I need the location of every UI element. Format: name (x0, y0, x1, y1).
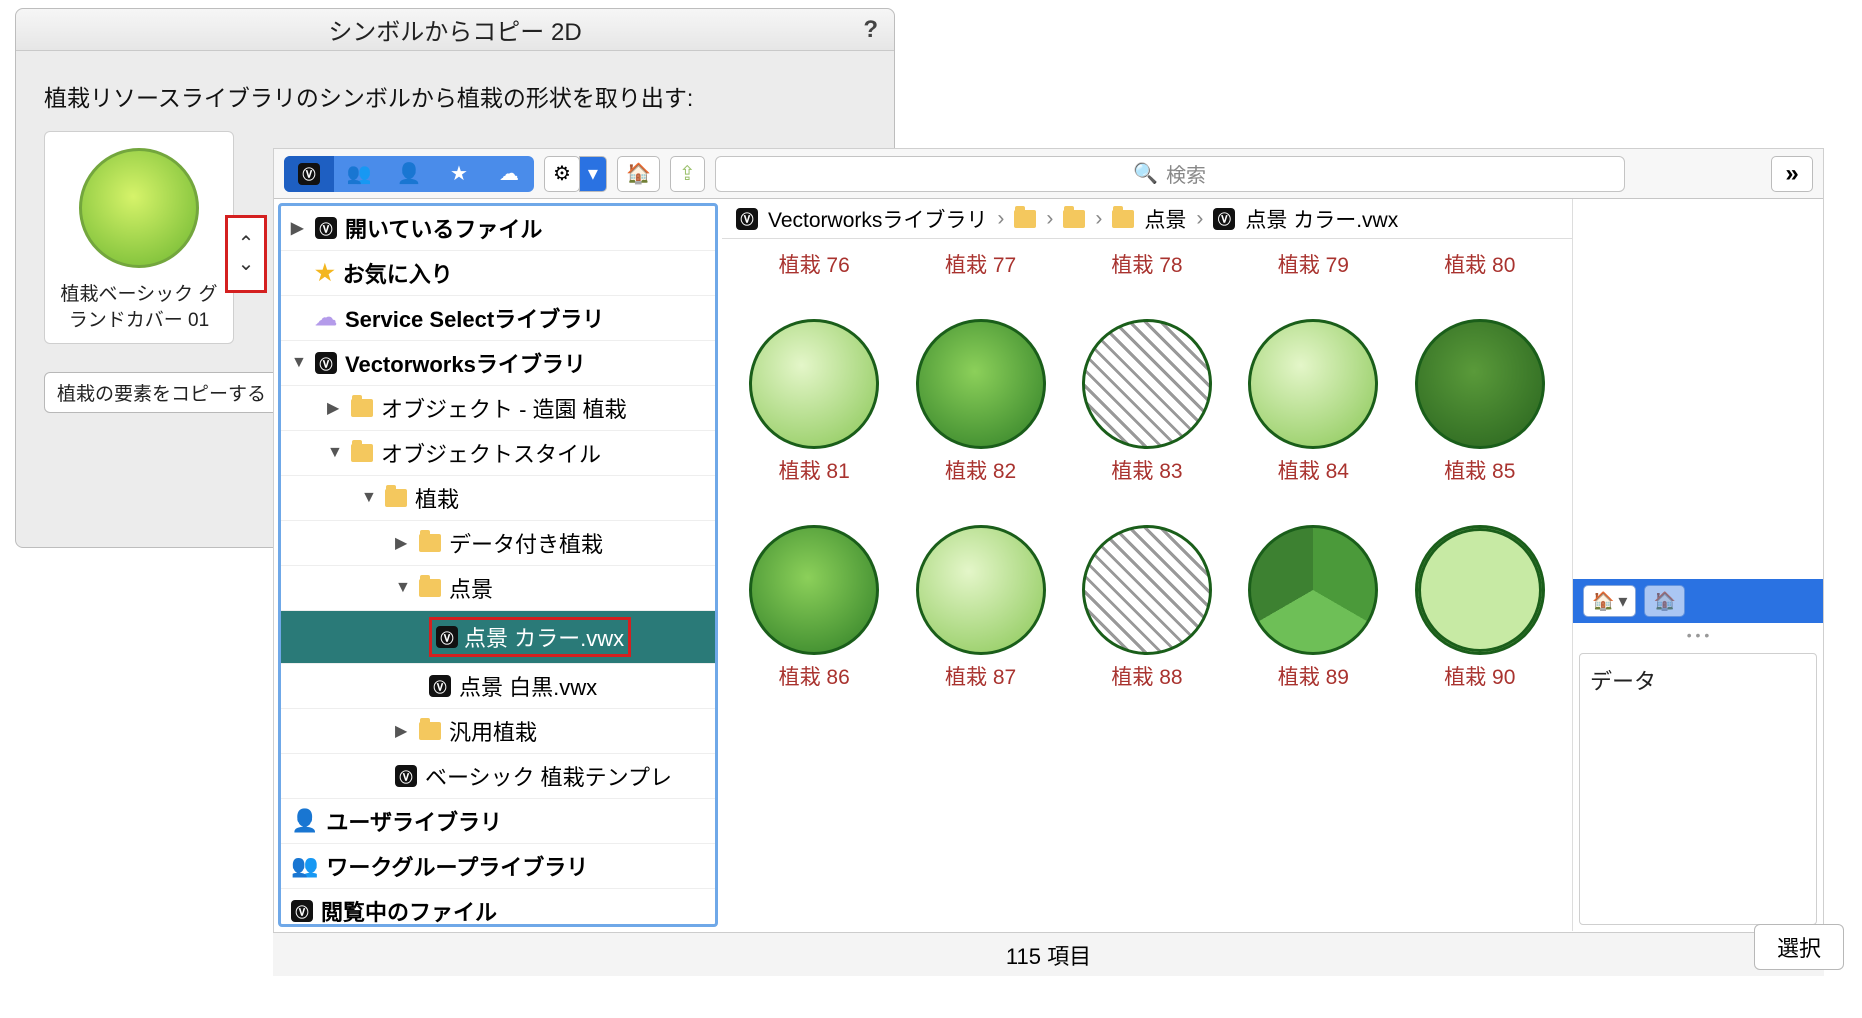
thumb-row-3: 植栽 86 植栽 87 植栽 88 植栽 89 植栽 90 (736, 525, 1558, 691)
home-icon[interactable]: 🏠 (617, 156, 660, 192)
folder-icon (351, 399, 373, 417)
tree-data-plants[interactable]: ▶データ付き植栽 (281, 521, 715, 566)
folder-icon[interactable] (1112, 210, 1134, 228)
seg-vw-icon[interactable]: Ⓥ (284, 156, 334, 192)
chevron-down-icon: ▾ (1618, 591, 1627, 612)
library-source-segmented: Ⓥ 👥 👤 ★ ☁ (284, 156, 534, 192)
folder-icon (419, 534, 441, 552)
tree-favorites[interactable]: ★お気に入り (281, 251, 715, 296)
copy-plant-elements-button[interactable]: 植栽の要素をコピーする (44, 372, 279, 413)
library-tree: ▶Ⓥ開いているファイル ★お気に入り ☁Service Selectライブラリ … (278, 203, 718, 927)
tree-scenery-bw[interactable]: Ⓥ点景 白黒.vwx (281, 664, 715, 709)
dialog-titlebar: シンボルからコピー 2D ? (16, 9, 894, 51)
tree-workgroup-library[interactable]: 👥ワークグループライブラリ (281, 844, 715, 889)
tree-scenery-color[interactable]: Ⓥ点景 カラー.vwx (281, 611, 715, 664)
seg-group-icon[interactable]: 👥 (334, 156, 384, 192)
star-icon: ★ (315, 260, 335, 286)
folder-icon[interactable] (1014, 210, 1036, 228)
export-icon[interactable]: ⇪ (670, 156, 705, 192)
data-panel: データ (1579, 653, 1817, 925)
list-item[interactable]: 植栽 84 (1235, 319, 1391, 485)
bc-file[interactable]: 点景 カラー.vwx (1245, 204, 1398, 234)
tree-vw-library[interactable]: ▼ⓋVectorworksライブラリ (281, 341, 715, 386)
search-input[interactable]: 🔍 検索 (715, 156, 1625, 192)
bc-root[interactable]: Vectorworksライブラリ (768, 204, 987, 234)
seg-user-icon[interactable]: 👤 (384, 156, 434, 192)
list-item[interactable]: 植栽 90 (1402, 525, 1558, 691)
tree-obj-styles[interactable]: ▼オブジェクトスタイル (281, 431, 715, 476)
list-item[interactable]: 植栽 85 (1402, 319, 1558, 485)
help-icon[interactable]: ? (863, 16, 878, 44)
dialog-title: シンボルからコピー 2D (328, 12, 581, 47)
bc-scenery[interactable]: 点景 (1144, 204, 1186, 234)
tree-browsing-file[interactable]: Ⓥ閲覧中のファイル (281, 889, 715, 927)
vw-icon: Ⓥ (736, 208, 758, 230)
list-item[interactable]: 植栽 80 (1402, 243, 1558, 279)
breadcrumb: Ⓥ Vectorworksライブラリ › › › 点景 › Ⓥ 点景 カラー.v… (722, 199, 1572, 239)
vw-icon: Ⓥ (1213, 208, 1235, 230)
folder-icon (351, 444, 373, 462)
list-item[interactable]: 植栽 88 (1069, 525, 1225, 691)
tree-basic-template[interactable]: Ⓥベーシック 植栽テンプレ (281, 754, 715, 799)
drag-handle-icon[interactable]: • • • (1573, 623, 1823, 647)
status-bar: 115 項目 (273, 932, 1824, 976)
overflow-icon[interactable]: » (1771, 156, 1813, 192)
tree-general-plants[interactable]: ▶汎用植栽 (281, 709, 715, 754)
right-inspector: 🏠 ▾ 🏠 • • • データ (1573, 199, 1823, 931)
folder-icon (419, 579, 441, 597)
group-icon: 👥 (291, 853, 318, 879)
search-icon: 🔍 (1133, 161, 1158, 186)
cloud-icon: ☁ (315, 305, 337, 331)
list-item[interactable]: 植栽 78 (1069, 243, 1225, 279)
dialog-instruction: 植栽リソースライブラリのシンボルから植栽の形状を取り出す: (44, 79, 866, 113)
select-button[interactable]: 選択 (1754, 924, 1844, 970)
search-placeholder: 検索 (1166, 159, 1206, 188)
tree-user-library[interactable]: 👤ユーザライブラリ (281, 799, 715, 844)
list-item[interactable]: 植栽 82 (902, 319, 1058, 485)
thumbnail-pane: Ⓥ Vectorworksライブラリ › › › 点景 › Ⓥ 点景 カラー.v… (722, 199, 1573, 931)
seg-star-icon[interactable]: ★ (434, 156, 484, 192)
chevron-up-icon[interactable]: ⌃ (238, 236, 255, 252)
thumb-row-2: 植栽 81 植栽 82 植栽 83 植栽 84 植栽 85 (736, 319, 1558, 485)
list-item[interactable]: 植栽 86 (736, 525, 892, 691)
tree-open-files[interactable]: ▶Ⓥ開いているファイル (281, 206, 715, 251)
person-icon: 👤 (291, 808, 318, 834)
list-item[interactable]: 植栽 87 (902, 525, 1058, 691)
symbol-preview-swatch (79, 148, 199, 268)
browser-toolbar: Ⓥ 👥 👤 ★ ☁ ⚙ ▾ 🏠 ⇪ 🔍 検索 » (274, 149, 1823, 199)
seg-cloud-icon[interactable]: ☁ (484, 156, 534, 192)
folder-icon (419, 722, 441, 740)
list-item[interactable]: 植栽 79 (1235, 243, 1391, 279)
home-view-button[interactable]: 🏠 ▾ (1583, 585, 1636, 617)
tree-scenery[interactable]: ▼点景 (281, 566, 715, 611)
list-item[interactable]: 植栽 76 (736, 243, 892, 279)
data-panel-label: データ (1590, 669, 1656, 694)
resource-browser: Ⓥ 👥 👤 ★ ☁ ⚙ ▾ 🏠 ⇪ 🔍 検索 » ▶Ⓥ開いているファイル ★お気… (273, 148, 1824, 976)
tree-obj-landscape[interactable]: ▶オブジェクト - 造園 植栽 (281, 386, 715, 431)
list-item[interactable]: 植栽 77 (902, 243, 1058, 279)
tree-service-select[interactable]: ☁Service Selectライブラリ (281, 296, 715, 341)
tree-plants[interactable]: ▼植栽 (281, 476, 715, 521)
symbol-preview-label: 植栽ベーシック グランドカバー 01 (55, 282, 223, 333)
chevron-down-icon[interactable]: ⌄ (238, 256, 255, 272)
stepper-annotation: ⌃ ⌄ (225, 215, 267, 293)
thumb-row-1: 植栽 76 植栽 77 植栽 78 植栽 79 植栽 80 (736, 243, 1558, 279)
right-toolbar: 🏠 ▾ 🏠 (1573, 579, 1823, 623)
list-item[interactable]: 植栽 83 (1069, 319, 1225, 485)
folder-icon (385, 489, 407, 507)
item-count: 115 項目 (1006, 939, 1091, 971)
home-alt-button[interactable]: 🏠 (1644, 585, 1684, 617)
gear-icon[interactable]: ⚙ (544, 156, 580, 192)
list-item[interactable]: 植栽 81 (736, 319, 892, 485)
folder-icon[interactable] (1063, 210, 1085, 228)
gear-dropdown-icon[interactable]: ▾ (579, 156, 607, 192)
symbol-preview-card[interactable]: 植栽ベーシック グランドカバー 01 (44, 131, 234, 344)
list-item[interactable]: 植栽 89 (1235, 525, 1391, 691)
